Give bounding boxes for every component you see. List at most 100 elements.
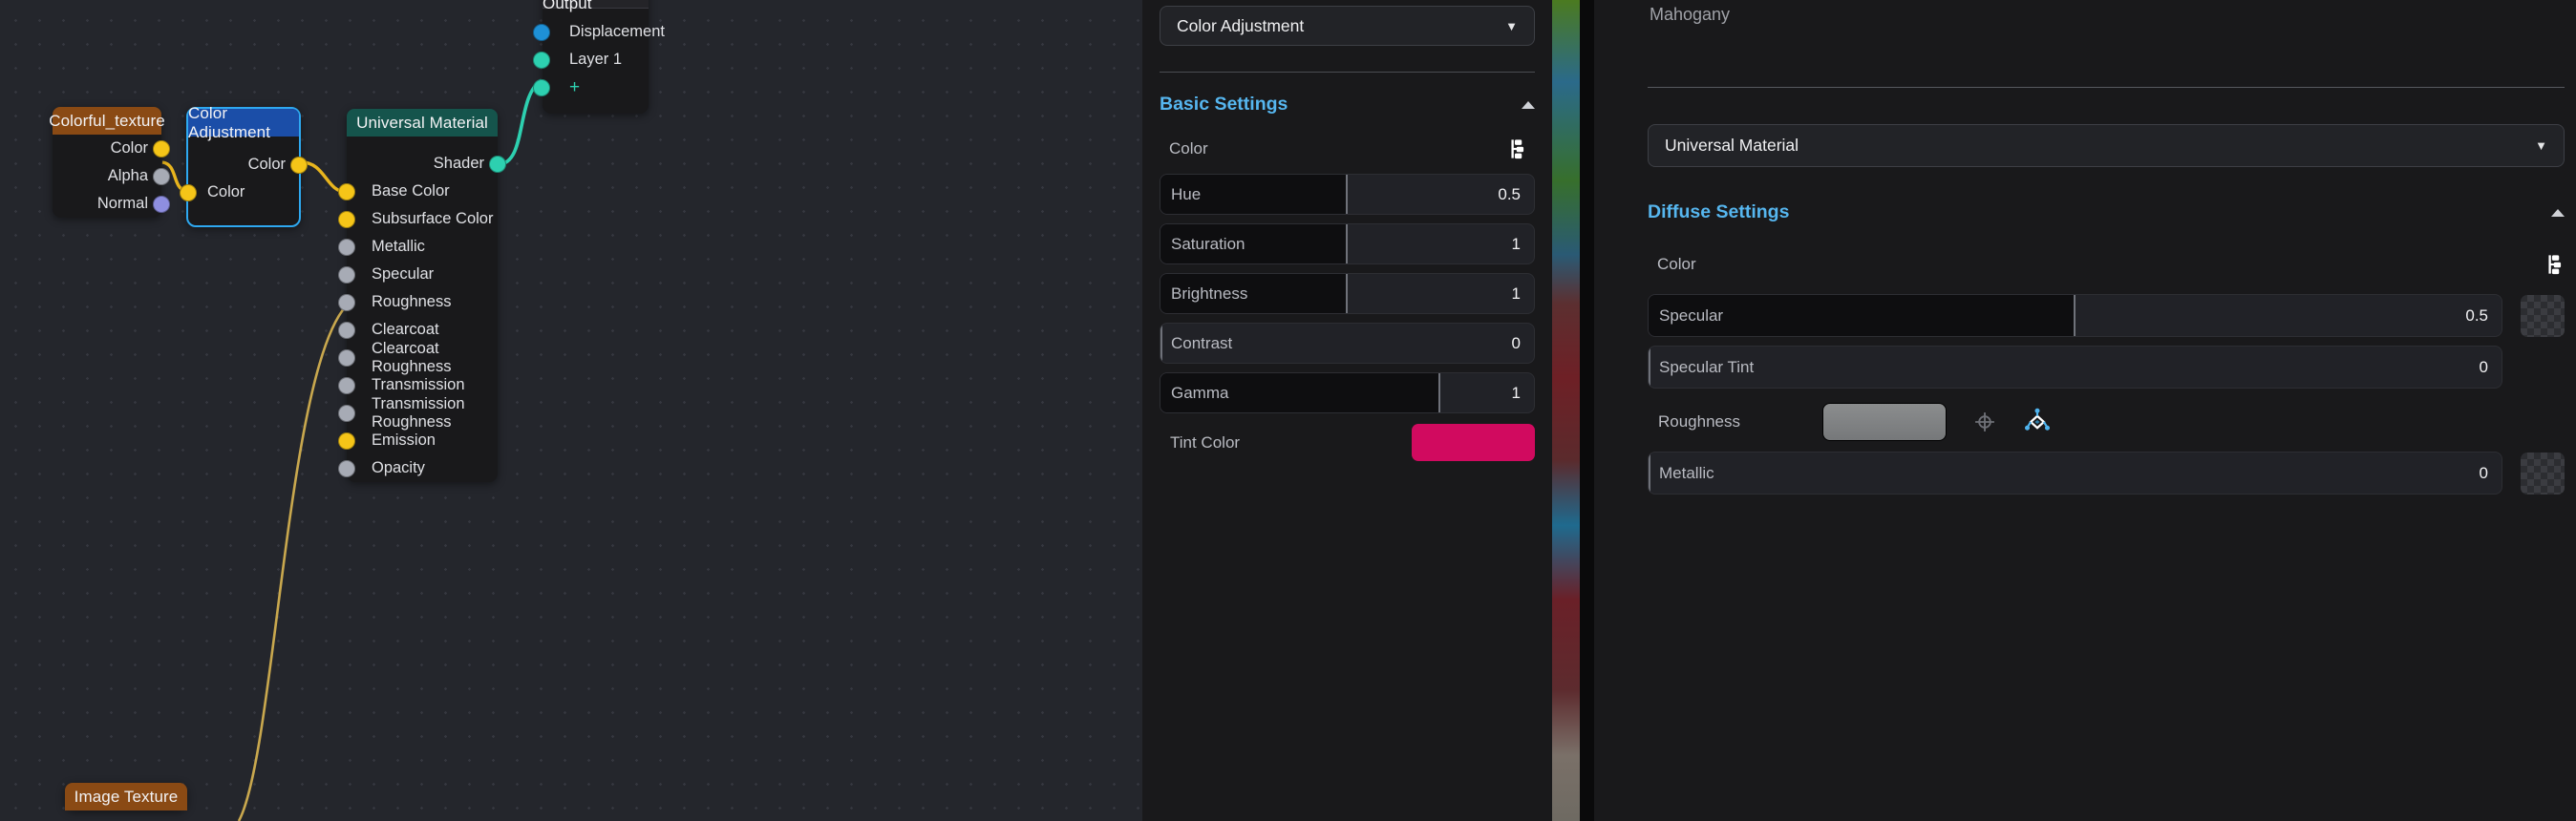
brightness-slider-row[interactable]: Brightness 1: [1160, 273, 1535, 314]
socket-normal[interactable]: [153, 195, 170, 213]
slider-label: Saturation: [1171, 234, 1245, 253]
target-icon[interactable]: [1971, 409, 1998, 435]
material-name: Mahogany: [1650, 5, 1731, 24]
node-socket-row[interactable]: Roughness: [338, 288, 498, 316]
socket-specular[interactable]: [338, 265, 355, 284]
node-image-texture[interactable]: Image Texture: [65, 783, 187, 810]
socket-color-in[interactable]: [180, 183, 197, 201]
panel-divider: [1160, 72, 1535, 73]
socket-transmission[interactable]: [338, 376, 355, 394]
socket-label: Roughness: [372, 293, 452, 310]
basic-settings-section-header[interactable]: Basic Settings: [1160, 94, 1535, 116]
material-editor-app: Colorful_texture Color Alpha Normal Colo…: [0, 0, 2576, 821]
socket-subsurface-color[interactable]: [338, 210, 355, 228]
socket-label: Alpha: [107, 167, 148, 184]
node-socket-row[interactable]: Metallic: [338, 233, 498, 261]
socket-label: Base Color: [372, 182, 450, 200]
node-socket-row-add[interactable]: +: [533, 74, 649, 101]
socket-layer-1[interactable]: [533, 51, 550, 69]
slider-value[interactable]: 0: [1512, 334, 1521, 353]
socket-base-color[interactable]: [338, 182, 355, 200]
roughness-row: Roughness: [1648, 397, 2565, 447]
socket-displacement[interactable]: [533, 23, 550, 41]
node-color-adjustment[interactable]: Color Adjustment Color Color: [180, 104, 308, 227]
gamma-slider-row[interactable]: Gamma 1: [1160, 372, 1535, 413]
slider-value[interactable]: 0.5: [1498, 185, 1521, 204]
chevron-down-icon[interactable]: ▼: [1505, 19, 1518, 33]
node-socket-row[interactable]: Opacity: [338, 454, 498, 482]
socket-label: Color: [110, 139, 148, 157]
node-socket-row[interactable]: Color: [180, 179, 299, 206]
slider-value[interactable]: 1: [1512, 384, 1521, 403]
node-socket-row[interactable]: Displacement: [533, 18, 665, 46]
slider-value[interactable]: 1: [1512, 235, 1521, 254]
node-socket-row[interactable]: Color: [53, 135, 170, 162]
socket-alpha[interactable]: [153, 167, 170, 185]
socket-color-out[interactable]: [153, 139, 170, 158]
node-link-icon[interactable]: [1503, 138, 1524, 159]
node-socket-row[interactable]: Alpha: [53, 162, 170, 190]
slider-label: Specular: [1659, 305, 1724, 325]
specular-tint-slider[interactable]: Specular Tint 0: [1648, 346, 2502, 389]
slider-value[interactable]: 1: [1512, 284, 1521, 304]
socket-label: Clearcoat Roughness: [372, 339, 452, 375]
node-socket-row[interactable]: Shader: [347, 150, 506, 178]
tint-color-swatch[interactable]: [1412, 424, 1535, 461]
panel-gap: [1580, 0, 1594, 821]
node-socket-row[interactable]: Emission: [338, 427, 498, 454]
node-colorful-texture[interactable]: Colorful_texture Color Alpha Normal: [49, 107, 170, 218]
checker-swatch[interactable]: [2521, 452, 2565, 495]
saturation-slider-row[interactable]: Saturation 1: [1160, 223, 1535, 264]
socket-label: Clearcoat: [372, 321, 439, 338]
hue-slider-row[interactable]: Hue 0.5: [1160, 174, 1535, 215]
node-socket-row[interactable]: Base Color: [338, 178, 498, 205]
checker-swatch[interactable]: [2521, 294, 2565, 337]
node-type-dropdown[interactable]: Color Adjustment ▼: [1160, 6, 1535, 46]
node-socket-row[interactable]: Transmission Roughness: [338, 395, 498, 431]
node-link-icon[interactable]: [2541, 254, 2562, 275]
socket-color-out[interactable]: [290, 156, 308, 174]
material-type-dropdown[interactable]: Universal Material ▼: [1648, 124, 2565, 167]
node-socket-row[interactable]: Layer 1: [533, 46, 649, 74]
material-properties-panel: Mahogany Universal Material ▼ Diffuse Se…: [1594, 0, 2576, 821]
slider-label: Gamma: [1171, 383, 1229, 402]
slider-value[interactable]: 0: [2480, 464, 2488, 483]
diffuse-settings-section-header[interactable]: Diffuse Settings: [1648, 201, 2565, 223]
socket-metallic[interactable]: [338, 238, 355, 256]
node-socket-row[interactable]: Color: [188, 151, 308, 179]
socket-clearcoat[interactable]: [338, 321, 355, 339]
chevron-up-icon[interactable]: [2551, 208, 2565, 217]
socket-roughness[interactable]: [338, 293, 355, 311]
socket-label: Normal: [96, 195, 148, 212]
color-label: Color: [1657, 255, 1696, 273]
socket-shader-out[interactable]: [489, 155, 506, 173]
slider-label: Brightness: [1171, 284, 1248, 303]
node-editor-canvas[interactable]: Colorful_texture Color Alpha Normal Colo…: [0, 0, 1142, 821]
section-title: Basic Settings: [1160, 94, 1288, 115]
slider-value[interactable]: 0: [2480, 358, 2488, 377]
socket-add[interactable]: [533, 78, 550, 96]
chevron-up-icon[interactable]: [1522, 100, 1535, 109]
node-graph-icon[interactable]: [2023, 408, 2052, 436]
socket-opacity[interactable]: [338, 459, 355, 477]
metallic-slider[interactable]: Metallic 0: [1648, 452, 2502, 495]
slider-value[interactable]: 0.5: [2465, 306, 2488, 326]
node-socket-row[interactable]: Clearcoat Roughness: [338, 340, 498, 375]
color-label: Color: [1169, 139, 1208, 158]
node-title: Image Texture: [65, 783, 187, 810]
node-socket-row[interactable]: Subsurface Color: [338, 205, 498, 233]
chevron-down-icon[interactable]: ▼: [2535, 138, 2547, 153]
socket-label: Color: [247, 156, 286, 173]
contrast-slider-row[interactable]: Contrast 0: [1160, 323, 1535, 364]
socket-transmission-roughness[interactable]: [338, 404, 355, 422]
node-socket-row[interactable]: Specular: [338, 261, 498, 288]
add-layer-icon[interactable]: +: [569, 78, 580, 96]
specular-slider[interactable]: Specular 0.5: [1648, 294, 2502, 337]
roughness-texture-swatch[interactable]: [1822, 403, 1947, 441]
node-material-output[interactable]: Material Output Displacement Layer 1 +: [533, 0, 665, 114]
node-socket-row[interactable]: Normal: [53, 190, 170, 218]
socket-clearcoat-roughness[interactable]: [338, 348, 355, 367]
socket-label: Displacement: [569, 23, 665, 40]
socket-emission[interactable]: [338, 432, 355, 450]
node-universal-material[interactable]: Universal Material Shader Base Color Sub…: [338, 109, 506, 482]
